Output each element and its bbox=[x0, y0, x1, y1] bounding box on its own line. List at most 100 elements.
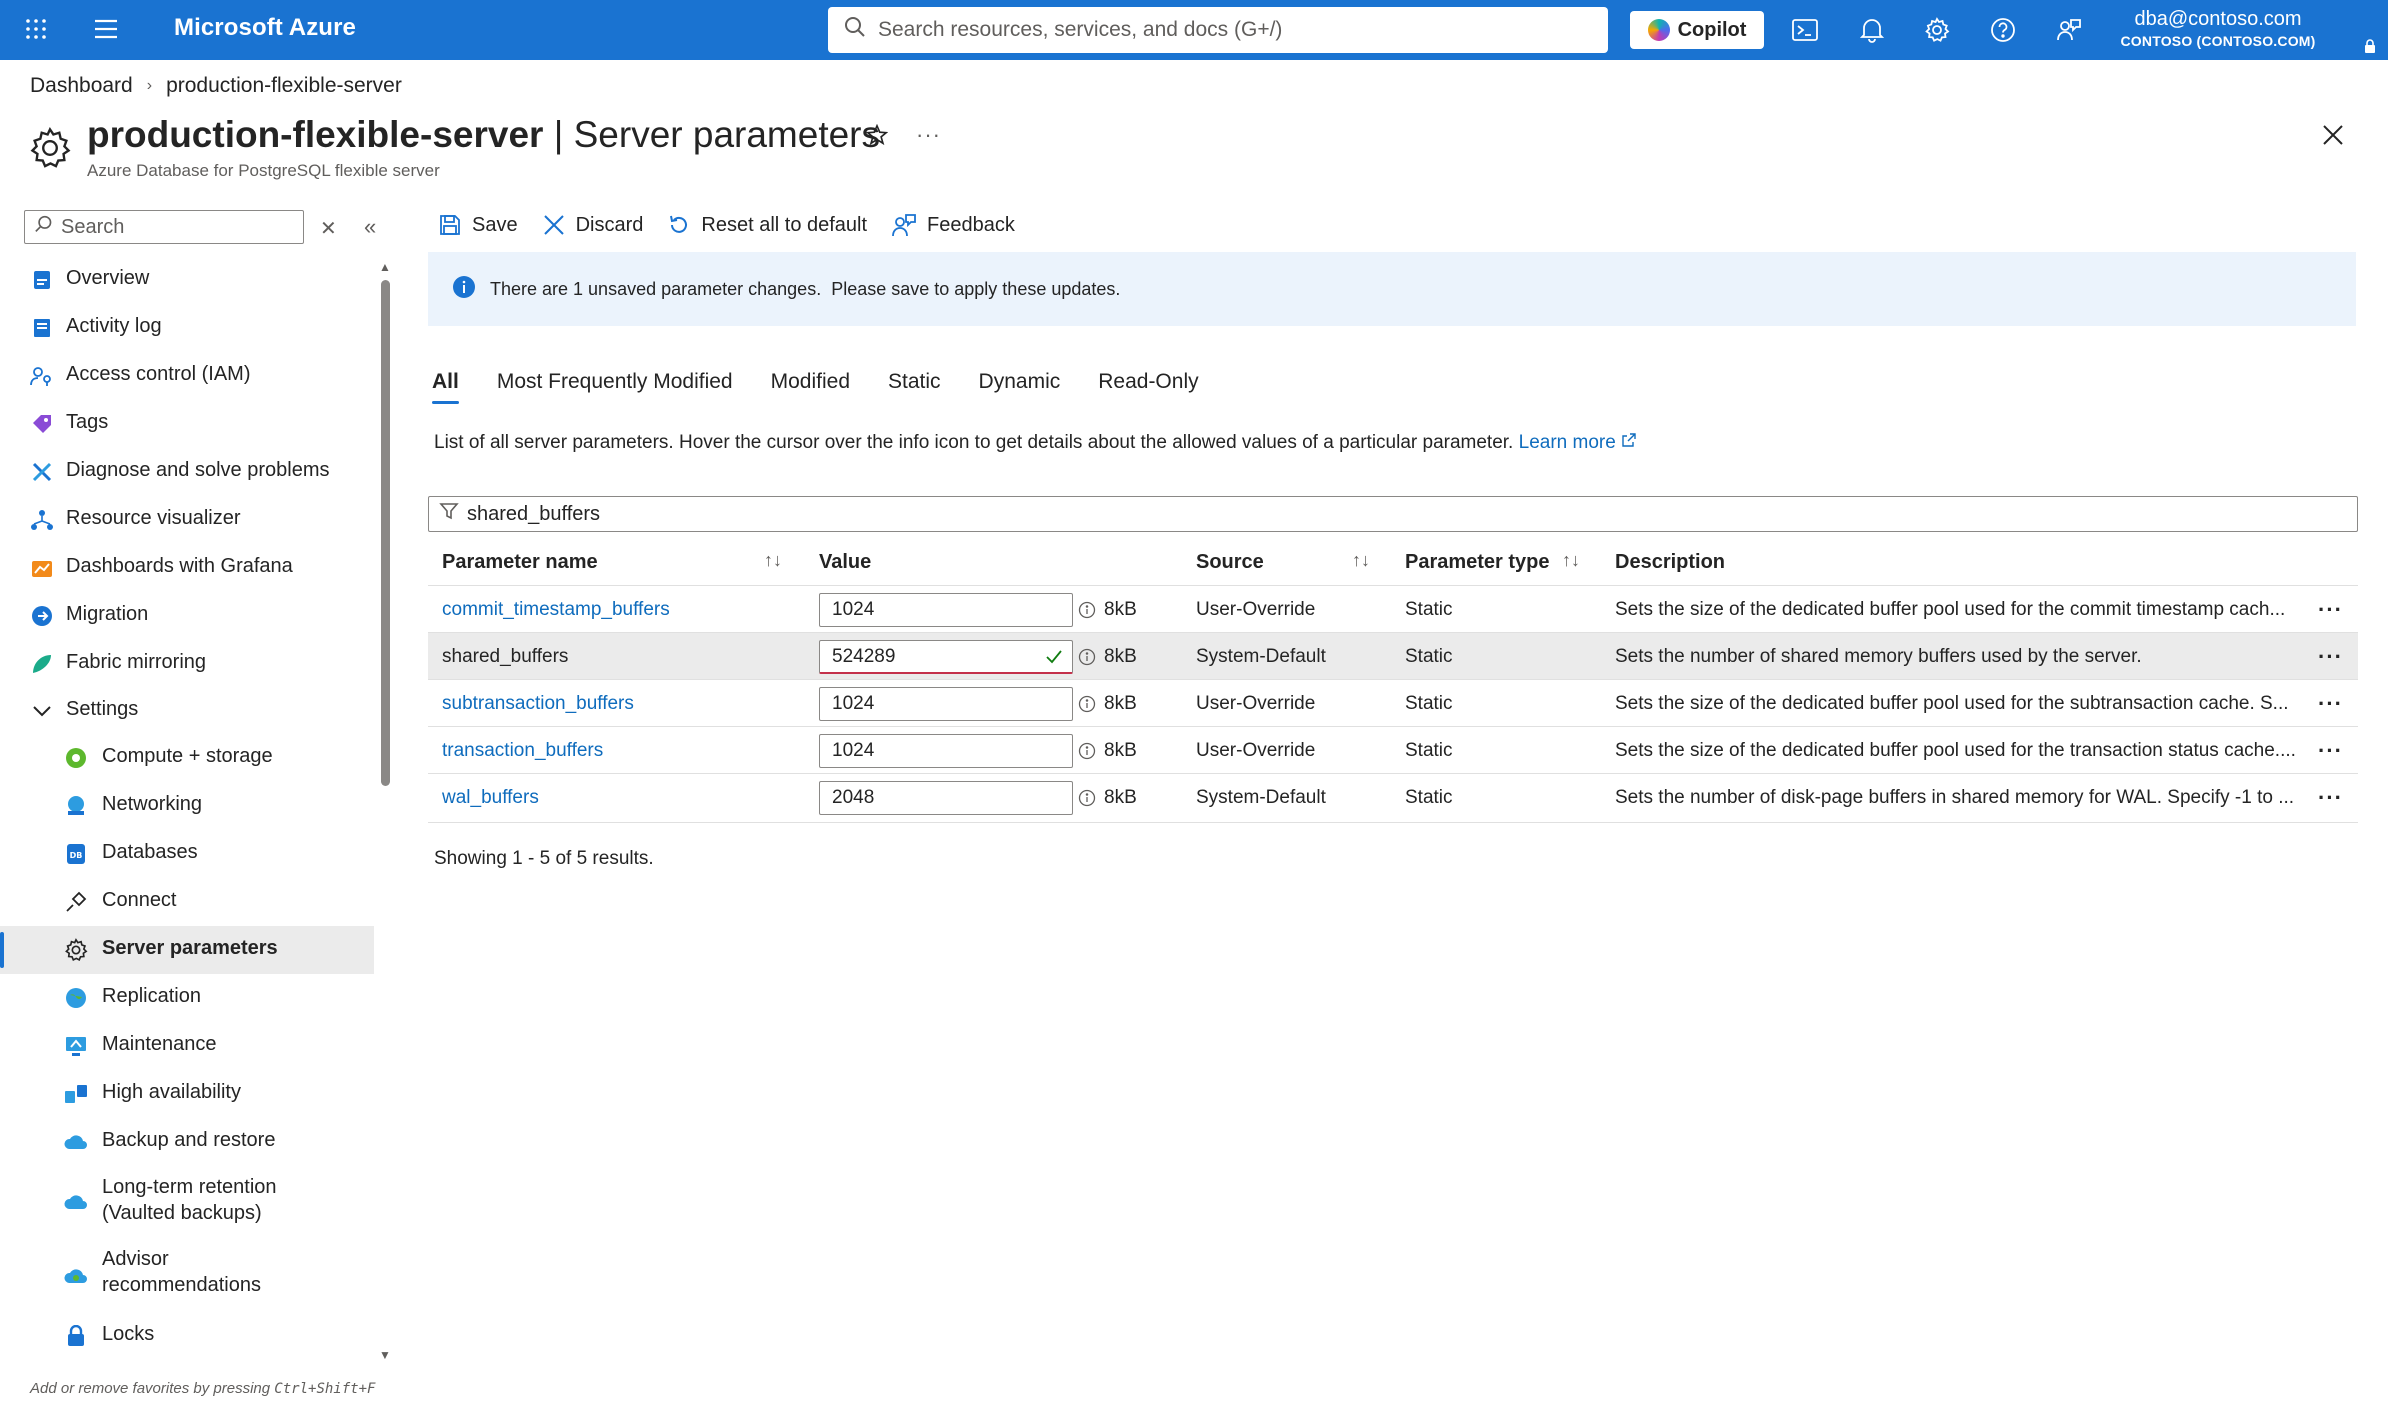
row-more-icon[interactable]: ··· bbox=[2318, 633, 2343, 680]
nav-item-connect[interactable]: Connect bbox=[0, 878, 374, 926]
nav-item-networking[interactable]: Networking bbox=[0, 782, 374, 830]
nav-item-server-parameters[interactable]: Server parameters bbox=[0, 926, 374, 974]
collapse-nav-icon[interactable]: « bbox=[364, 214, 376, 240]
notifications-bell-icon[interactable] bbox=[1860, 17, 1884, 43]
column-header-parameter-name[interactable]: Parameter name bbox=[442, 540, 598, 584]
tab-all[interactable]: All bbox=[432, 370, 459, 404]
nav-item-locks[interactable]: Locks bbox=[0, 1312, 374, 1360]
feedback-button[interactable]: Feedback bbox=[891, 212, 1015, 238]
column-header-value: Value bbox=[819, 540, 871, 584]
reset-icon bbox=[670, 215, 688, 233]
description-text: List of all server parameters. Hover the… bbox=[434, 432, 1514, 453]
scroll-down-icon[interactable]: ▼ bbox=[379, 1348, 391, 1362]
nav-item-grafana[interactable]: Dashboards with Grafana bbox=[0, 544, 374, 592]
reset-all-label: Reset all to default bbox=[701, 213, 868, 236]
tab-read-only[interactable]: Read-Only bbox=[1098, 370, 1198, 404]
account-menu[interactable]: dba@contoso.com CONTOSO (CONTOSO.COM) bbox=[2108, 8, 2328, 49]
nav-item-migration[interactable]: Migration bbox=[0, 592, 374, 640]
nav-item-diagnose[interactable]: Diagnose and solve problems bbox=[0, 448, 374, 496]
row-more-icon[interactable]: ··· bbox=[2318, 727, 2343, 774]
parameter-name-link[interactable]: commit_timestamp_buffers bbox=[442, 586, 670, 633]
breadcrumb-server[interactable]: production-flexible-server bbox=[166, 74, 402, 98]
nav-group-settings[interactable]: Settings bbox=[0, 688, 374, 734]
row-more-icon[interactable]: ··· bbox=[2318, 586, 2343, 633]
gear-icon bbox=[28, 126, 72, 176]
info-circle-icon[interactable] bbox=[1078, 601, 1096, 619]
favorite-star-icon[interactable] bbox=[865, 123, 889, 152]
nav-item-backup-restore[interactable]: Backup and restore bbox=[0, 1118, 374, 1166]
parameter-value-input[interactable]: 1024 bbox=[819, 687, 1073, 721]
help-icon[interactable] bbox=[1990, 17, 2016, 43]
nav-item-compute-storage[interactable]: Compute + storage bbox=[0, 734, 374, 782]
parameter-value-input[interactable]: 524289 bbox=[819, 640, 1073, 674]
sort-arrows-icon[interactable]: ↑↓ bbox=[764, 550, 782, 571]
nav-item-fabric-mirroring[interactable]: Fabric mirroring bbox=[0, 640, 374, 688]
reset-all-button[interactable]: Reset all to default bbox=[667, 213, 867, 237]
parameter-value-input[interactable]: 2048 bbox=[819, 781, 1073, 815]
global-search-input[interactable]: Search resources, services, and docs (G+… bbox=[828, 7, 1608, 53]
nav-item-tags[interactable]: Tags bbox=[0, 400, 374, 448]
nav-item-activity-log[interactable]: Activity log bbox=[0, 304, 374, 352]
nav-scrollbar-thumb[interactable] bbox=[381, 280, 390, 786]
info-circle-icon[interactable] bbox=[1078, 695, 1096, 713]
column-header-description: Description bbox=[1615, 540, 1725, 584]
save-icon bbox=[440, 215, 460, 235]
learn-more-link[interactable]: Learn more bbox=[1519, 432, 1637, 453]
nav-item-maintenance[interactable]: Maintenance bbox=[0, 1022, 374, 1070]
feedback-person-icon[interactable] bbox=[2056, 17, 2082, 43]
row-more-icon[interactable]: ··· bbox=[2318, 680, 2343, 727]
parameter-name-link[interactable]: shared_buffers bbox=[442, 633, 568, 680]
copilot-button[interactable]: Copilot bbox=[1630, 11, 1764, 49]
tab-modified[interactable]: Modified bbox=[771, 370, 850, 404]
table-bottom-divider bbox=[428, 822, 2358, 823]
close-icon[interactable] bbox=[2322, 124, 2344, 152]
tab-most-frequently-modified[interactable]: Most Frequently Modified bbox=[497, 370, 733, 404]
tab-static[interactable]: Static bbox=[888, 370, 941, 404]
breadcrumb: Dashboard › production-flexible-server bbox=[30, 74, 402, 98]
parameter-name-link[interactable]: wal_buffers bbox=[442, 774, 539, 821]
hamburger-menu-icon[interactable] bbox=[94, 18, 118, 40]
breadcrumb-dashboard[interactable]: Dashboard bbox=[30, 74, 133, 98]
unit-label: 8kB bbox=[1104, 786, 1137, 808]
info-circle-icon[interactable] bbox=[1078, 742, 1096, 760]
more-options-icon[interactable]: ··· bbox=[916, 122, 941, 148]
column-header-source[interactable]: Source bbox=[1196, 540, 1264, 584]
parameter-name-link[interactable]: transaction_buffers bbox=[442, 727, 603, 774]
info-circle-icon[interactable] bbox=[1078, 789, 1096, 807]
nav-item-databases[interactable]: DB Databases bbox=[0, 830, 374, 878]
settings-gear-icon[interactable] bbox=[1924, 17, 1950, 43]
tab-dynamic[interactable]: Dynamic bbox=[979, 370, 1061, 404]
feedback-icon bbox=[892, 214, 916, 237]
info-circle-icon[interactable] bbox=[1078, 648, 1096, 666]
app-launcher-icon[interactable] bbox=[24, 17, 48, 41]
source-cell: User-Override bbox=[1196, 692, 1316, 714]
nav-item-overview[interactable]: Overview bbox=[0, 256, 374, 304]
nav-item-advisor[interactable]: Advisor recommendations bbox=[0, 1238, 374, 1312]
discard-button[interactable]: Discard bbox=[542, 213, 643, 237]
row-more-icon[interactable]: ··· bbox=[2318, 774, 2343, 821]
table-row: wal_buffers 2048 8kB System-Default Stat… bbox=[428, 773, 2358, 820]
brand-title[interactable]: Microsoft Azure bbox=[174, 14, 356, 42]
sort-arrows-icon[interactable]: ↑↓ bbox=[1562, 550, 1580, 571]
scroll-up-icon[interactable]: ▲ bbox=[379, 260, 391, 274]
parameter-value-input[interactable]: 1024 bbox=[819, 734, 1073, 768]
nav-item-label: Resource visualizer bbox=[66, 507, 241, 529]
user-tenant: CONTOSO (CONTOSO.COM) bbox=[2120, 33, 2316, 49]
parameter-value: 2048 bbox=[832, 787, 875, 808]
parameter-name-link[interactable]: subtransaction_buffers bbox=[442, 680, 634, 727]
nav-item-replication[interactable]: Replication bbox=[0, 974, 374, 1022]
nav-item-resource-visualizer[interactable]: Resource visualizer bbox=[0, 496, 374, 544]
nav-item-label: Databases bbox=[102, 841, 198, 863]
clear-search-icon[interactable]: ✕ bbox=[320, 216, 337, 241]
sort-arrows-icon[interactable]: ↑↓ bbox=[1352, 550, 1370, 571]
column-header-parameter-type[interactable]: Parameter type bbox=[1405, 540, 1550, 584]
save-button[interactable]: Save bbox=[438, 213, 518, 237]
nav-item-label: Advisor bbox=[102, 1248, 169, 1270]
parameter-value-input[interactable]: 1024 bbox=[819, 593, 1073, 627]
nav-item-access-control[interactable]: Access control (IAM) bbox=[0, 352, 374, 400]
nav-item-high-availability[interactable]: High availability bbox=[0, 1070, 374, 1118]
cloud-shell-icon[interactable] bbox=[1792, 18, 1818, 42]
parameter-filter-input[interactable]: shared_buffers bbox=[428, 496, 2358, 532]
nav-item-long-term-retention[interactable]: Long-term retention (Vaulted backups) bbox=[0, 1166, 374, 1238]
nav-search-input[interactable]: Search bbox=[24, 210, 304, 244]
